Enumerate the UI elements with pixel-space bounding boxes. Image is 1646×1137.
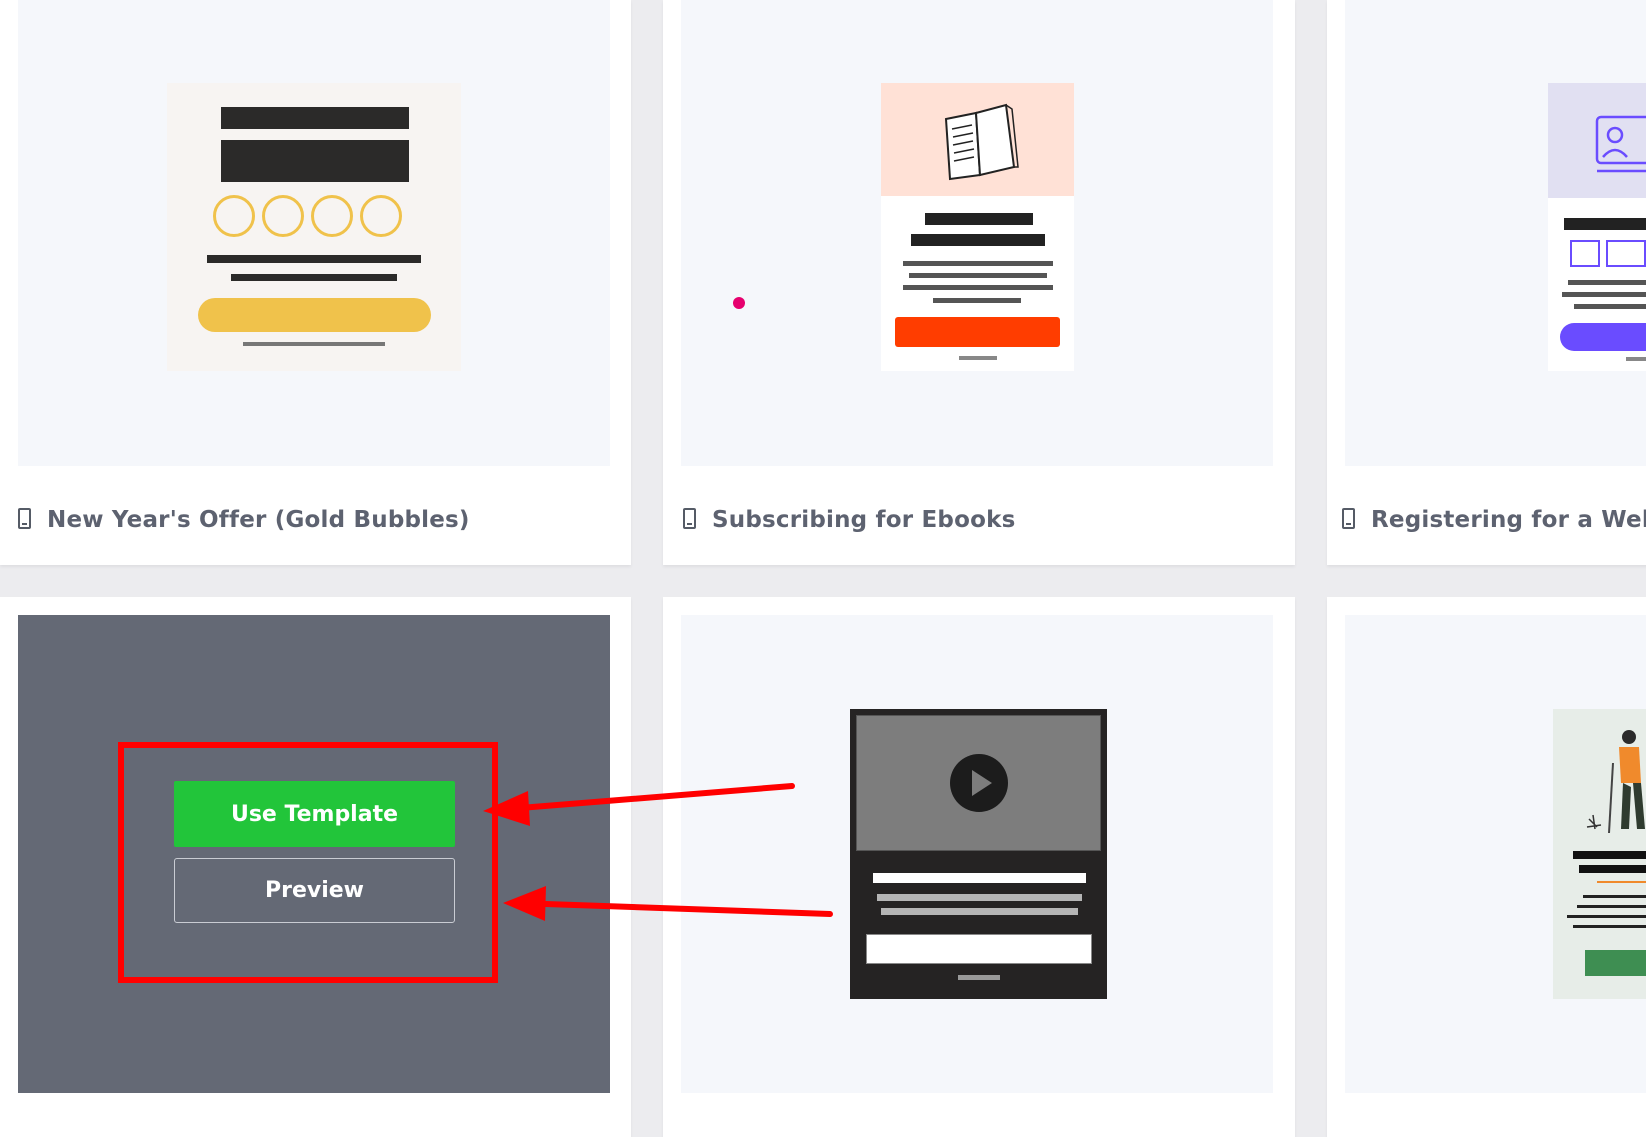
template-title-row[interactable]: New Year's Offer (Gold Bubbles) <box>18 500 470 540</box>
mobile-icon <box>18 507 31 529</box>
template-title-row[interactable]: Subscribing for Ebooks <box>683 500 1015 540</box>
template-title: Registering for a Web <box>1371 507 1646 533</box>
template-card-video[interactable] <box>663 597 1295 1137</box>
template-preview-image <box>850 709 1107 999</box>
annotation-highlight-box <box>118 742 498 983</box>
template-preview-image <box>1548 83 1646 371</box>
cursor-dot <box>733 297 745 309</box>
template-preview-image <box>167 83 461 371</box>
template-card-hiking[interactable] <box>1327 597 1646 1137</box>
template-card-new-years-offer[interactable]: New Year's Offer (Gold Bubbles) <box>0 0 631 565</box>
webinar-icon <box>1595 115 1646 173</box>
template-title: New Year's Offer (Gold Bubbles) <box>47 507 470 533</box>
template-title-row[interactable]: Registering for a Web <box>1342 500 1646 540</box>
template-preview-image <box>1553 709 1646 999</box>
template-card-subscribing-for-ebooks[interactable]: Subscribing for Ebooks <box>663 0 1295 565</box>
mobile-icon <box>1342 507 1355 529</box>
hiker-illustration <box>1586 730 1645 834</box>
open-book-icon <box>944 103 1019 181</box>
mobile-icon <box>683 507 696 529</box>
play-icon <box>950 754 1008 812</box>
template-card-registering-for-webinar[interactable]: Registering for a Web <box>1327 0 1646 565</box>
template-title: Subscribing for Ebooks <box>712 507 1016 533</box>
template-preview-image <box>881 83 1074 371</box>
